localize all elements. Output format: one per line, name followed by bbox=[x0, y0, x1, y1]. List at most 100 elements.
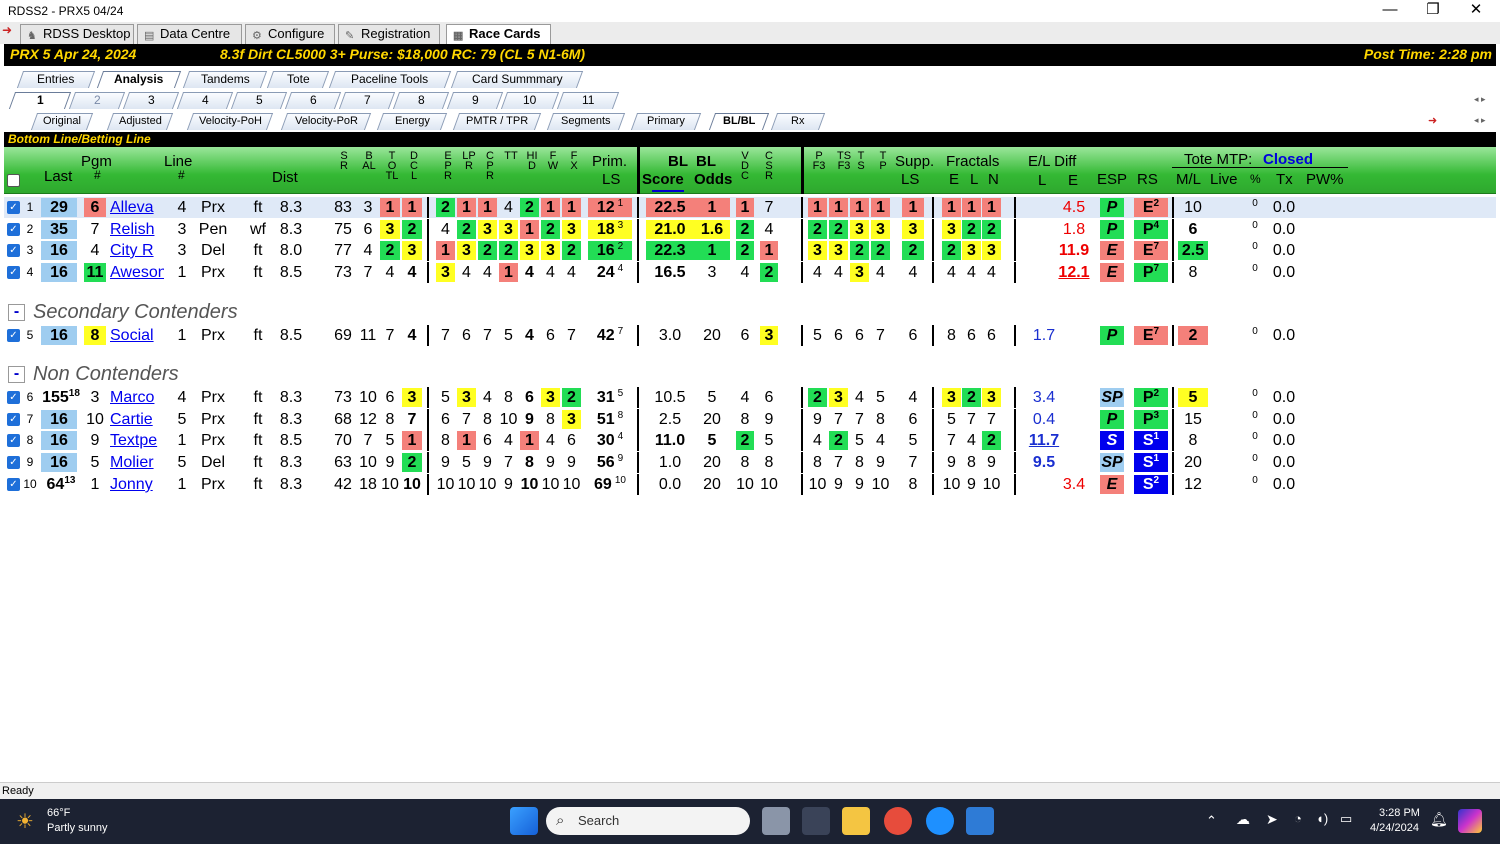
notification-icon[interactable]: 🔔︎ bbox=[1430, 811, 1448, 828]
table-row[interactable]: ✓ 7 16 10 Cartie 5 Prx ft 8.3 68 12 8 7 6 7 8 10 9 8 3 51 8 2.… bbox=[4, 409, 1496, 430]
chevron-up-icon[interactable]: ⌃ bbox=[1206, 813, 1217, 829]
minimize-button[interactable]: — bbox=[1370, 0, 1410, 22]
chrome-icon[interactable] bbox=[884, 807, 912, 835]
hdr-rs[interactable]: RS bbox=[1137, 171, 1158, 188]
hdr-vdc[interactable]: VDC bbox=[738, 151, 752, 182]
row-checkbox[interactable]: ✓ bbox=[7, 223, 20, 236]
start-icon[interactable] bbox=[510, 807, 538, 835]
hdr-ml[interactable]: M/L bbox=[1176, 171, 1201, 188]
table-row[interactable]: ✓ 2 35 7 Relish 3 Pen wf 8.3 75 6 3 2 4 2 3 3 1 2 3 18 3 21.0 1… bbox=[4, 219, 1496, 240]
export-icon[interactable]: ➜ bbox=[1428, 114, 1437, 127]
row-checkbox[interactable]: ✓ bbox=[7, 478, 20, 491]
race-tab[interactable]: 7 bbox=[338, 92, 396, 109]
tab-original[interactable]: Original bbox=[30, 113, 94, 130]
table-row[interactable]: ✓ 3 16 4 City R 3 Del ft 8.0 77 4 2 3 1 3 2 2 3 3 2 16 2 22.3 1… bbox=[4, 240, 1496, 261]
race-tab[interactable]: 10 bbox=[500, 92, 560, 109]
hdr-bl-score[interactable]: BL bbox=[668, 153, 688, 170]
battery-icon[interactable]: ▭ bbox=[1340, 811, 1352, 827]
table-row[interactable]: ✓ 8 16 9 Textpe 1 Prx ft 8.5 70 7 5 1 8 1 6 4 1 4 6 30 4 11.0 5… bbox=[4, 430, 1496, 451]
row-checkbox[interactable]: ✓ bbox=[7, 434, 20, 447]
app-icon[interactable] bbox=[966, 807, 994, 835]
hdr-totl[interactable]: TOTL bbox=[385, 151, 399, 182]
tab-tandems[interactable]: Tandems bbox=[182, 71, 268, 88]
select-all-checkbox[interactable] bbox=[7, 174, 20, 187]
tab-adjusted[interactable]: Adjusted bbox=[106, 113, 174, 130]
hdr-csr[interactable]: CSR bbox=[762, 151, 776, 182]
hdr-cpr[interactable]: CPR bbox=[483, 151, 497, 182]
race-tab[interactable]: 3 bbox=[122, 92, 180, 109]
weather-icon[interactable]: ☀ bbox=[16, 809, 34, 834]
race-tab[interactable]: 8 bbox=[392, 92, 450, 109]
search-box[interactable]: ⌕ Search bbox=[546, 807, 750, 835]
hdr-tt[interactable]: TT bbox=[504, 151, 518, 162]
horse-name[interactable]: Aweson bbox=[110, 263, 164, 282]
tab-data-centre[interactable]: ▤ Data Centre bbox=[137, 24, 242, 44]
tab-rx[interactable]: Rx bbox=[770, 113, 826, 130]
horse-name[interactable]: Textpe bbox=[110, 431, 164, 450]
tab-card-summary[interactable]: Card Summmary bbox=[450, 71, 584, 88]
table-row[interactable]: ✓ 4 16 11 Aweson 1 Prx ft 8.5 73 7 4 4 3 4 4 1 4 4 4 24 4 16.5… bbox=[4, 262, 1496, 283]
hdr-tsf3[interactable]: TSF3 bbox=[834, 151, 854, 172]
help-icon[interactable] bbox=[926, 807, 954, 835]
hdr-pw[interactable]: PW% bbox=[1306, 171, 1344, 188]
tab-entries[interactable]: Entries bbox=[16, 71, 96, 88]
table-row[interactable]: ✓ 1 29 6 Alleva 4 Prx ft 8.3 83 3 1 1 2 1 1 4 2 1 1 12 1 22.5 1… bbox=[4, 197, 1496, 218]
task-view-icon[interactable] bbox=[762, 807, 790, 835]
table-row[interactable]: ✓ 6 15518 3 Marco 4 Prx ft 8.3 73 10 6 3 5 3 4 8 6 3 2 31 5 10… bbox=[4, 387, 1496, 408]
race-tab[interactable]: 6 bbox=[284, 92, 342, 109]
tab-rdss-desktop[interactable]: ♞ RDSS Desktop bbox=[20, 24, 134, 44]
tab-race-cards[interactable]: ▦ Race Cards bbox=[446, 24, 551, 44]
weather-temp[interactable]: 66°F bbox=[47, 807, 70, 819]
horse-name[interactable]: Relish bbox=[110, 220, 164, 239]
horse-name[interactable]: Jonny bbox=[110, 475, 164, 494]
tab-segments[interactable]: Segments bbox=[546, 113, 626, 130]
hdr-epr[interactable]: EPR bbox=[441, 151, 455, 182]
row-checkbox[interactable]: ✓ bbox=[7, 201, 20, 214]
row-checkbox[interactable]: ✓ bbox=[7, 391, 20, 404]
tab-velocity-poh[interactable]: Velocity-PoH bbox=[186, 113, 274, 130]
location-icon[interactable]: ➤ bbox=[1266, 811, 1278, 828]
horse-name[interactable]: Molier bbox=[110, 453, 164, 472]
hdr-fx[interactable]: FX bbox=[567, 151, 581, 172]
close-button[interactable]: ✕ bbox=[1456, 0, 1496, 22]
hdr-tp[interactable]: TP bbox=[876, 151, 890, 172]
horse-name[interactable]: Social bbox=[110, 326, 164, 345]
row-checkbox[interactable]: ✓ bbox=[7, 456, 20, 469]
row-checkbox[interactable]: ✓ bbox=[7, 413, 20, 426]
maximize-button[interactable]: ❐ bbox=[1413, 0, 1453, 22]
copilot-icon[interactable] bbox=[1458, 809, 1482, 833]
hdr-dist[interactable]: Dist bbox=[272, 169, 298, 186]
hdr-hid[interactable]: HID bbox=[525, 151, 539, 172]
hdr-el-diff[interactable]: E/L Diff bbox=[1028, 153, 1076, 170]
race-tab[interactable]: 11 bbox=[556, 92, 620, 109]
hdr-tx[interactable]: Tx bbox=[1276, 171, 1293, 188]
horse-name[interactable]: Cartie bbox=[110, 410, 164, 429]
hdr-fw[interactable]: FW bbox=[546, 151, 560, 172]
wifi-icon[interactable]: ◔ bbox=[1294, 811, 1302, 826]
tab-tote[interactable]: Tote bbox=[266, 71, 330, 88]
tab-registration[interactable]: ✎ Registration bbox=[338, 24, 440, 44]
tab-bl-bl[interactable]: BL/BL bbox=[708, 113, 770, 130]
table-row[interactable]: ✓ 10 6413 1 Jonny 1 Prx ft 8.3 42 18 10 10 10 10 10 9 10 1… bbox=[4, 474, 1496, 495]
hdr-last[interactable]: Last bbox=[44, 168, 72, 185]
race-tab[interactable]: 5 bbox=[230, 92, 288, 109]
hdr-esp[interactable]: ESP bbox=[1097, 171, 1127, 188]
hdr-ts[interactable]: TS bbox=[854, 151, 868, 172]
tab-configure[interactable]: ⚙ Configure bbox=[245, 24, 335, 44]
horse-name[interactable]: City R bbox=[110, 241, 164, 260]
cloud-icon[interactable]: ☁ bbox=[1236, 811, 1250, 828]
hdr-live[interactable]: Live bbox=[1210, 171, 1238, 188]
collapse-toggle[interactable]: - bbox=[8, 304, 25, 321]
tab-primary[interactable]: Primary bbox=[630, 113, 702, 130]
scroll-arrows-icon[interactable]: ◂ ▸ bbox=[1474, 115, 1486, 126]
tab-analysis[interactable]: Analysis bbox=[96, 71, 182, 88]
race-tab[interactable]: 9 bbox=[446, 92, 504, 109]
race-tab[interactable]: 2 bbox=[68, 92, 126, 109]
hdr-fractals[interactable]: Fractals bbox=[946, 153, 999, 170]
collapse-toggle[interactable]: - bbox=[8, 366, 25, 383]
row-checkbox[interactable]: ✓ bbox=[7, 244, 20, 257]
volume-icon[interactable]: ◖) bbox=[1316, 811, 1328, 826]
hdr-supp[interactable]: Supp. bbox=[895, 153, 934, 170]
clock-time[interactable]: 3:28 PM bbox=[1379, 807, 1420, 819]
tab-paceline-tools[interactable]: Paceline Tools bbox=[328, 71, 452, 88]
